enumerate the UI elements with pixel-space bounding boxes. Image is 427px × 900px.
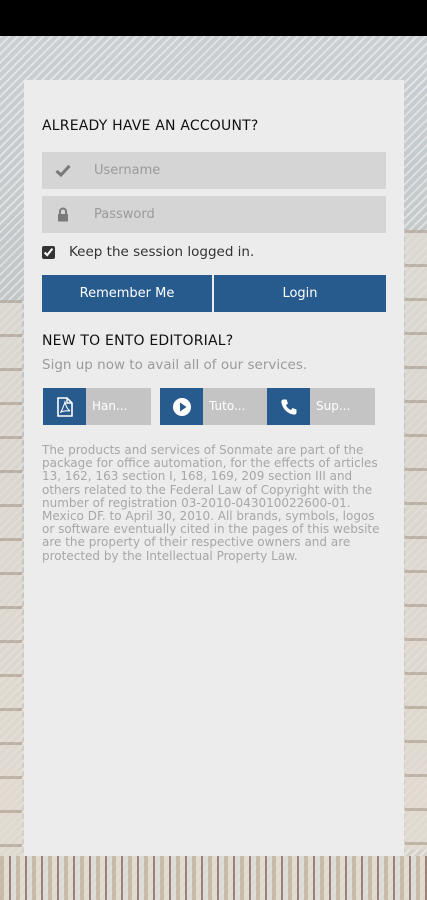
auth-buttons: Remember Me Login [42,275,386,312]
tutorial-tile-label: Tuto... [209,399,246,413]
login-heading: ALREADY HAVE AN ACCOUNT? [42,118,259,134]
keep-session-option[interactable]: Keep the session logged in. [42,244,254,260]
phone-icon [267,388,310,425]
remember-me-button[interactable]: Remember Me [42,275,212,312]
keep-session-checkbox[interactable] [42,245,55,259]
signup-subtitle: Sign up now to avail all of our services… [42,357,308,373]
play-icon [160,388,203,425]
bookshelf-bottom [0,856,427,900]
password-field[interactable] [42,196,386,233]
lock-icon [42,196,84,233]
login-card: ALREADY HAVE AN ACCOUNT? Keep the sessio… [24,80,404,856]
bookshelf-left [0,300,22,860]
login-button[interactable]: Login [214,275,386,312]
password-input[interactable] [94,202,374,227]
handbook-tile-label: Han... [92,399,128,413]
signup-heading: NEW TO ENTO EDITORIAL? [42,333,234,349]
status-bar [0,0,427,36]
handbook-tile[interactable]: Han... [43,388,151,425]
pdf-icon [43,388,86,425]
username-field[interactable] [42,152,386,189]
tutorial-tile[interactable]: Tuto... [160,388,268,425]
username-input[interactable] [94,158,374,183]
check-icon [42,152,84,189]
support-tile[interactable]: Sup... [267,388,375,425]
bookshelf-right [405,230,427,850]
legal-notice: The products and services of Sonmate are… [42,443,380,563]
support-tile-label: Sup... [316,399,351,413]
service-tiles: Han... Tuto... Sup... [42,388,386,425]
keep-session-label: Keep the session logged in. [69,244,255,260]
